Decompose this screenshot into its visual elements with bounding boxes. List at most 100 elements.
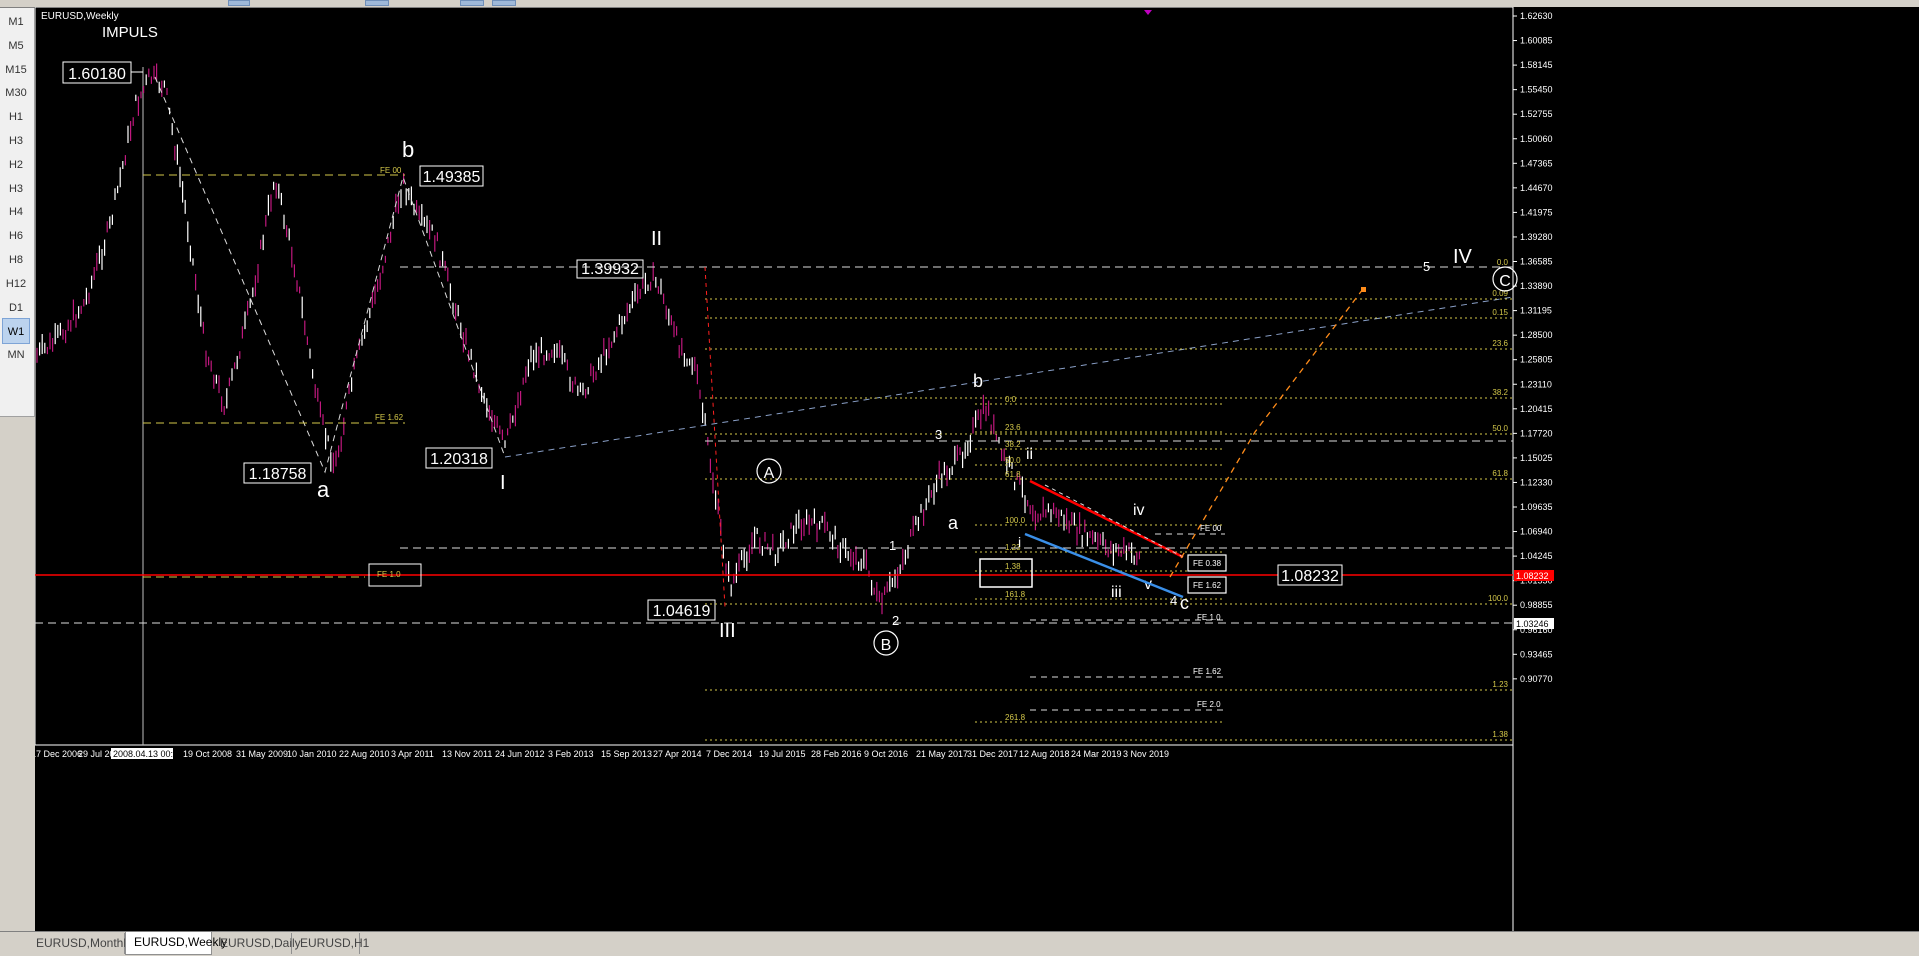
wave-label-iii: iii	[1111, 584, 1122, 601]
wave-label-ii: ii	[1026, 446, 1033, 463]
fib-mid-label-m236: 23.6	[1005, 423, 1021, 432]
fe10-r-label: FE 1.0	[1197, 613, 1221, 622]
time-axis-label: 21 May 2017	[916, 749, 968, 759]
time-axis-label: 19 Jul 2015	[759, 749, 806, 759]
time-axis-label: 3 Apr 2011	[391, 749, 434, 759]
fib-mid-label-m0: 0.0	[1005, 395, 1017, 404]
wave-label-i: i	[1018, 534, 1021, 550]
price-box-1.20318: 1.20318	[430, 451, 488, 468]
price-box-1.08232: 1.08232	[1281, 568, 1339, 585]
zigzag-abc	[154, 76, 506, 474]
price-axis-label: 1.36585	[1520, 257, 1553, 267]
wave-label-I: I	[500, 472, 506, 494]
price-box-1.60180: 1.60180	[68, 66, 126, 83]
timeframe-button-m15[interactable]: M15	[2, 57, 30, 83]
price-axis-label: 1.31195	[1520, 306, 1552, 316]
toolbar-button[interactable]	[365, 0, 389, 6]
chart-tab-4[interactable]: EURUSD,H1	[292, 933, 369, 954]
price-chart[interactable]: 1.62630 1.60085 1.58145 1.55450 1.52755 1.500…	[35, 7, 1919, 931]
time-axis-label: 28 Feb 2016	[811, 749, 862, 759]
wave-label-III: III	[719, 620, 736, 642]
price-axis-label: 1.62630	[1520, 11, 1553, 21]
fib-mid-label-m1618: 161.8	[1005, 590, 1026, 599]
time-axis-label: 22 Aug 2010	[339, 749, 390, 759]
timeframe-button-h3[interactable]: H3	[2, 128, 30, 154]
timeframe-button-h6[interactable]: H6	[2, 223, 30, 249]
fib-mid-label-m2618: 261.8	[1005, 713, 1026, 722]
blue-trendline	[1024, 532, 1184, 599]
fib-mid-label-m100: 100.0	[1005, 516, 1026, 525]
price-axis-label: 1.60085	[1520, 36, 1553, 46]
chart-tab-bar: EURUSD,Monthly EURUSD,Weekly EURUSD,Daily E…	[0, 931, 1919, 956]
plot-border	[35, 7, 1514, 746]
projection-end-marker	[1361, 287, 1366, 292]
price-axis-label: 1.06940	[1520, 527, 1553, 537]
wave-label-a-mid: a	[948, 513, 959, 533]
timeframe-button-mn[interactable]: MN	[2, 342, 30, 368]
current-price-tag: 1.08232	[1516, 571, 1549, 581]
fe162-label: FE 1.62	[375, 413, 404, 422]
price-axis-label: 1.28500	[1520, 330, 1553, 340]
timeframe-button-h2[interactable]: H2	[2, 152, 30, 178]
price-axis-label: 1.41975	[1520, 207, 1553, 217]
timeframe-button-m1[interactable]: M1	[2, 9, 30, 35]
price-box-1.18758: 1.18758	[249, 466, 307, 483]
wave-label-C: C	[1499, 273, 1511, 290]
timeframe-button-h3[interactable]: H3	[2, 176, 30, 202]
price-axis-label: 0.93465	[1520, 649, 1553, 659]
timeframe-button-w1[interactable]: W1	[2, 318, 30, 345]
timeframe-button-h4[interactable]: H4	[2, 199, 30, 225]
time-axis-label: 24 Jun 2012	[495, 749, 545, 759]
toolbar-button[interactable]	[228, 0, 250, 6]
price-axis-label: 1.15025	[1520, 453, 1553, 463]
wave-label-1: 1	[889, 538, 896, 553]
price-box-1.49385: 1.49385	[423, 169, 481, 186]
chart-tab-1[interactable]: EURUSD,Monthly	[28, 933, 132, 954]
time-axis-label: 9 Oct 2016	[864, 749, 908, 759]
wave-label-II: II	[651, 228, 662, 250]
fe00-r-label: FE 00	[1200, 524, 1222, 533]
time-axis-label: 31 May 2009	[236, 749, 288, 759]
time-axis-label: 17 Dec 2006	[35, 749, 82, 759]
toolbar-button[interactable]	[492, 0, 516, 6]
timeframe-button-m5[interactable]: M5	[2, 33, 30, 59]
wave-label-B: B	[881, 637, 892, 654]
chart-tab-2[interactable]: EURUSD,Weekly	[125, 932, 227, 955]
timeframe-button-h8[interactable]: H8	[2, 247, 30, 273]
wave-label-A: A	[764, 465, 775, 482]
fib-label-r618_right: 61.8	[1492, 469, 1508, 478]
trend-line-long	[504, 296, 1514, 458]
fib-label-r382_right: 38.2	[1492, 388, 1508, 397]
price-axis-label: 1.47365	[1520, 158, 1553, 168]
price-axis-label: 1.44670	[1520, 183, 1553, 193]
fe038-label: FE 0.38	[1193, 559, 1222, 568]
fe20-low-label: FE 2.0	[1197, 700, 1221, 709]
time-axis-label: 13 Nov 2011	[442, 749, 492, 759]
fib-label-r236_right: 23.6	[1492, 339, 1508, 348]
time-axis-label: 24 Mar 2019	[1071, 749, 1122, 759]
fib-label-r123_right: 1.23	[1492, 680, 1508, 689]
timeframe-button-m30[interactable]: M30	[2, 80, 30, 106]
timeframe-panel: M1 M5 M15 M30 H1 H3 H2 H3 H4 H6 H8 H12 D1 W1 MN	[0, 8, 35, 417]
fib-label-r015: 0.15	[1492, 308, 1508, 317]
crosshair-time-label: 2008.04.13 00:00	[113, 749, 183, 759]
time-axis-label: 27 Apr 2014	[653, 749, 702, 759]
price-box-1.04619: 1.04619	[653, 603, 711, 620]
chart-title: EURUSD,Weekly	[41, 11, 119, 22]
fib-label-r0: 0.0	[1497, 258, 1509, 267]
toolbar-button[interactable]	[460, 0, 484, 6]
price-axis-label: 0.90770	[1520, 674, 1553, 684]
wave-label-b: b	[402, 137, 414, 162]
chart-tab-3[interactable]: EURUSD,Daily	[212, 933, 301, 954]
time-axis-label: 12 Aug 2018	[1019, 749, 1070, 759]
price-axis-label: 0.98855	[1520, 600, 1553, 610]
ref-price-tag: 1.03246	[1516, 619, 1549, 629]
chart-window[interactable]: 1.62630 1.60085 1.58145 1.55450 1.52755 1.500…	[35, 7, 1919, 931]
timeframe-button-d1[interactable]: D1	[2, 295, 30, 321]
timeframe-button-h12[interactable]: H12	[2, 271, 30, 297]
fib-label-r138_right: 1.38	[1492, 730, 1508, 739]
timeframe-button-h1[interactable]: H1	[2, 104, 30, 130]
price-axis-label: 1.12330	[1520, 477, 1553, 487]
price-axis-label: 1.39280	[1520, 232, 1553, 242]
wave-label-2: 2	[892, 613, 899, 628]
